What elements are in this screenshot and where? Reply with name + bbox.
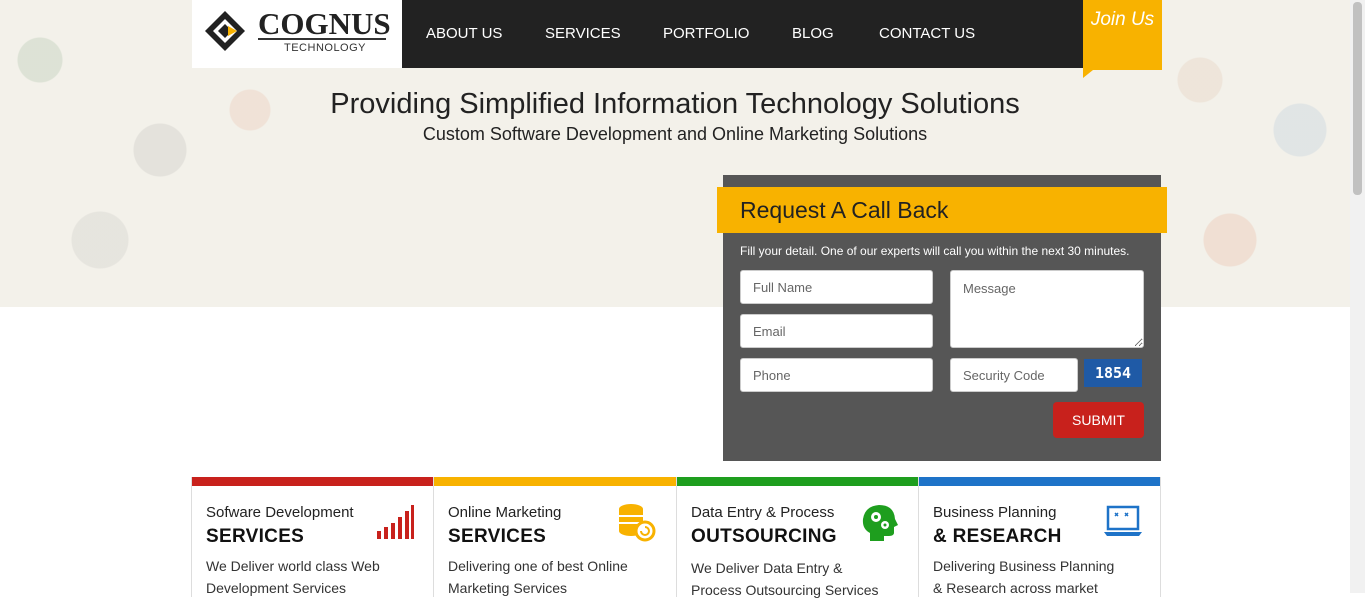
message-textarea[interactable]: [950, 270, 1144, 348]
main-nav: ABOUT US SERVICES PORTFOLIO BLOG CONTACT…: [402, 0, 1083, 68]
join-us-button[interactable]: Join Us: [1083, 0, 1162, 70]
card-description: Delivering Business Planning & Research …: [933, 558, 1115, 596]
submit-button[interactable]: SUBMIT: [1053, 402, 1144, 438]
card-heading: SERVICES: [206, 526, 305, 547]
card-description: We Deliver world class Web Development S…: [206, 558, 380, 596]
card-top-bar: [677, 477, 918, 486]
service-card-marketing[interactable]: Online Marketing SERVICES Delivering one…: [433, 477, 677, 597]
nav-blog[interactable]: BLOG: [792, 25, 834, 42]
laptop-icon: [1104, 505, 1142, 536]
card-heading: OUTSOURCING: [691, 526, 837, 547]
card-title: Sofware Development: [206, 504, 354, 521]
logo-divider: [258, 38, 386, 40]
page-scrollbar[interactable]: [1350, 0, 1365, 593]
card-top-bar: [434, 477, 676, 486]
captcha-image: 1854: [1084, 359, 1142, 387]
card-top-bar: [192, 477, 433, 486]
hero-title: Providing Simplified Information Technol…: [330, 88, 1020, 120]
hero-subtitle: Custom Software Development and Online M…: [422, 124, 928, 144]
callback-form-title: Request A Call Back: [740, 197, 949, 223]
full-name-input[interactable]: [740, 270, 933, 304]
nav-about-us[interactable]: ABOUT US: [426, 25, 502, 42]
logo[interactable]: COGNUS TECHNOLOGY: [192, 0, 402, 68]
join-us-ribbon-tail: [1083, 70, 1093, 78]
nav-portfolio[interactable]: PORTFOLIO: [663, 25, 749, 42]
card-title: Data Entry & Process: [691, 504, 835, 521]
logo-tagline: TECHNOLOGY: [284, 42, 367, 54]
logo-name: COGNUS: [258, 6, 391, 41]
head-gears-icon: [862, 505, 898, 541]
coins-icon: [619, 504, 656, 542]
service-card-outsourcing[interactable]: Data Entry & Process OUTSOURCING We Deli…: [676, 477, 919, 598]
nav-services[interactable]: SERVICES: [545, 25, 621, 42]
join-us-label: Join Us: [1090, 9, 1155, 30]
email-input[interactable]: [740, 314, 933, 348]
callback-form-description: Fill your detail. One of our experts wil…: [740, 244, 1130, 258]
card-title: Online Marketing: [448, 504, 562, 521]
card-heading: SERVICES: [448, 526, 547, 547]
card-description: We Deliver Data Entry & Process Outsourc…: [691, 560, 879, 598]
phone-input[interactable]: [740, 358, 933, 392]
bar-chart-icon: [377, 505, 414, 539]
card-top-bar: [919, 477, 1160, 486]
scrollbar-thumb[interactable]: [1353, 2, 1362, 195]
service-card-software[interactable]: Sofware Development SERVICES We Deliver …: [191, 477, 434, 597]
security-code-input[interactable]: [950, 358, 1078, 392]
logo-diamond-icon: [205, 11, 245, 51]
card-heading: & RESEARCH: [933, 526, 1062, 547]
card-description: Delivering one of best Online Marketing …: [448, 558, 628, 596]
service-card-research[interactable]: Business Planning & RESEARCH Delivering …: [918, 477, 1161, 597]
nav-contact-us[interactable]: CONTACT US: [879, 25, 975, 42]
card-title: Business Planning: [933, 504, 1057, 521]
